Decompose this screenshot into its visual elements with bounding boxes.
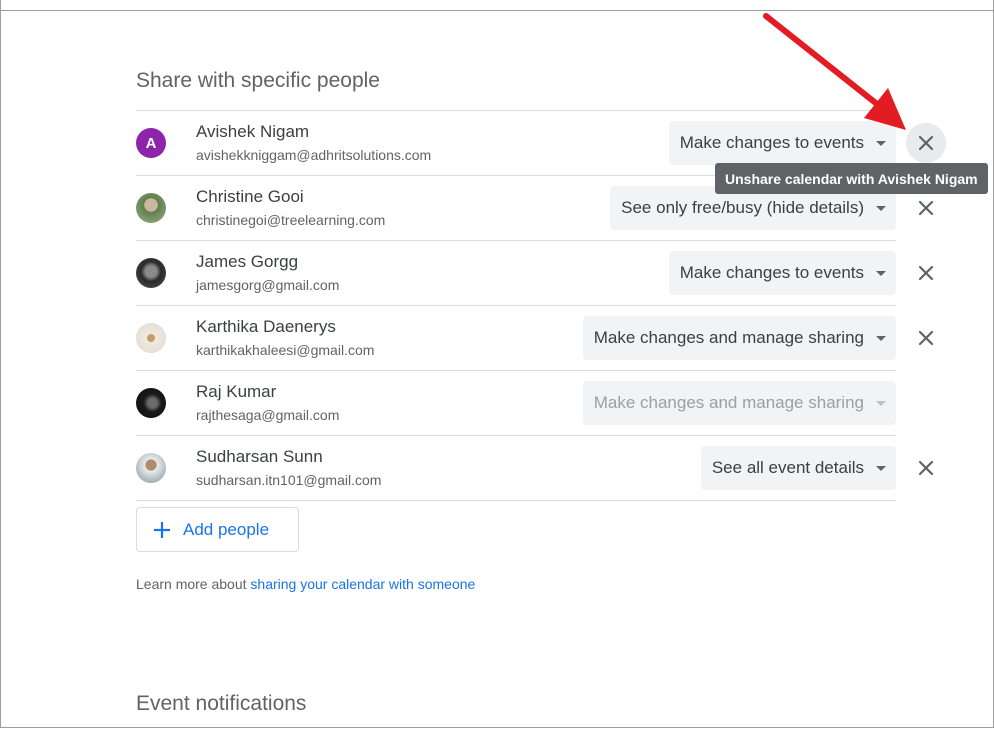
caret-down-icon (876, 335, 886, 341)
list-item: Karthika Daenerys karthikakhaleesi@gmail… (136, 306, 934, 371)
caret-down-icon (876, 400, 886, 406)
avatar (136, 453, 166, 483)
person-name: Avishek Nigam (196, 122, 310, 141)
caret-down-icon (876, 465, 886, 471)
remove-person-button[interactable] (906, 318, 946, 358)
person-name: Raj Kumar (196, 382, 277, 401)
person-email: sudharsan.itn101@gmail.com (196, 472, 382, 488)
add-people-button[interactable]: Add people (136, 507, 299, 552)
permission-value: See all event details (711, 458, 864, 477)
permission-dropdown: Make changes and manage sharing (582, 381, 896, 425)
learn-more-prefix: Learn more about (136, 576, 251, 592)
remove-person-button[interactable] (906, 188, 946, 228)
share-section-title: Share with specific people (136, 69, 380, 92)
remove-person-button[interactable] (906, 253, 946, 293)
learn-more-link[interactable]: sharing your calendar with someone (250, 576, 475, 592)
learn-more-text: Learn more about sharing your calendar w… (136, 576, 475, 592)
permission-dropdown[interactable]: See all event details (700, 446, 896, 490)
avatar-letter: A (145, 134, 157, 152)
close-icon (918, 265, 934, 281)
caret-down-icon (876, 205, 886, 211)
avatar (136, 193, 166, 223)
list-item: James Gorgg jamesgorg@gmail.com Make cha… (136, 241, 934, 306)
person-email: avishekkniggam@adhritsolutions.com (196, 147, 432, 163)
list-item: Sudharsan Sunn sudharsan.itn101@gmail.co… (136, 436, 934, 501)
permission-value: Make changes and manage sharing (593, 328, 864, 347)
person-email: jamesgorg@gmail.com (196, 277, 340, 293)
annotation-arrow-icon (763, 13, 906, 130)
person-name: Sudharsan Sunn (196, 447, 323, 466)
permission-value: Make changes to events (679, 263, 864, 282)
permission-dropdown[interactable]: Make changes and manage sharing (582, 316, 896, 360)
avatar (136, 323, 166, 353)
add-people-label: Add people (183, 519, 270, 539)
person-email: rajthesaga@gmail.com (196, 407, 340, 423)
list-item: Raj Kumar rajthesaga@gmail.com Make chan… (136, 371, 896, 436)
remove-person-button[interactable] (906, 448, 946, 488)
close-icon (918, 330, 934, 346)
person-email: karthikakhaleesi@gmail.com (196, 342, 375, 358)
permission-value: See only free/busy (hide details) (621, 198, 864, 217)
caret-down-icon (876, 270, 886, 276)
person-name: James Gorgg (196, 252, 299, 271)
person-email: christinegoi@treelearning.com (196, 212, 386, 228)
close-icon (918, 200, 934, 216)
permission-dropdown[interactable]: Make changes to events (668, 251, 896, 295)
person-name: Karthika Daenerys (196, 317, 336, 336)
notifications-section-title: Event notifications (136, 692, 307, 715)
avatar: A (136, 128, 166, 158)
avatar (136, 388, 166, 418)
unshare-tooltip: Unshare calendar with Avishek Nigam (715, 163, 988, 194)
close-icon (918, 460, 934, 476)
avatar (136, 258, 166, 288)
plus-icon (152, 520, 172, 540)
settings-panel: Share with specific people A Avishek Nig… (0, 0, 994, 728)
permission-value: Make changes and manage sharing (593, 393, 864, 412)
person-name: Christine Gooi (196, 187, 304, 206)
